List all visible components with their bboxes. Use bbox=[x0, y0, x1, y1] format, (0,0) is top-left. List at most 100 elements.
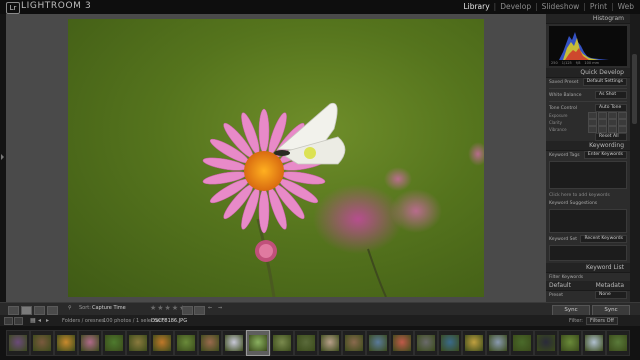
filmstrip-thumbnail[interactable] bbox=[318, 330, 342, 356]
filmstrip-thumbnail[interactable] bbox=[270, 330, 294, 356]
loupe-view-icon[interactable] bbox=[21, 306, 32, 315]
filmstrip-thumbnail[interactable] bbox=[222, 330, 246, 356]
main-photo[interactable] bbox=[68, 19, 484, 297]
left-panel-toggle-icon[interactable] bbox=[1, 154, 4, 160]
grid-view-icon[interactable] bbox=[8, 306, 19, 315]
reset-all-button[interactable]: Reset All bbox=[595, 133, 627, 141]
painter-icon[interactable]: ⚲ bbox=[68, 305, 72, 311]
filmstrip-thumbnail[interactable] bbox=[486, 330, 510, 356]
lightroom-logo-icon: Lr bbox=[6, 2, 20, 14]
filmstrip-thumbnail[interactable] bbox=[606, 330, 630, 356]
exposure-buttons[interactable] bbox=[588, 112, 627, 119]
metadata-header[interactable]: Default Metadata bbox=[546, 281, 630, 291]
vibrance-label: Vibrance bbox=[549, 127, 567, 132]
thumbnail-image bbox=[273, 335, 291, 351]
thumbnail-image bbox=[609, 335, 627, 351]
filmstrip-thumbnail[interactable] bbox=[78, 330, 102, 356]
filmstrip-thumbnail[interactable] bbox=[150, 330, 174, 356]
module-slideshow[interactable]: Slideshow bbox=[542, 2, 580, 11]
star-rating[interactable]: ★★★★★ bbox=[150, 304, 186, 312]
filter-label: Filter: bbox=[569, 318, 583, 324]
keyword-tags-label: Keyword Tags bbox=[549, 152, 580, 158]
thumbnail-image bbox=[369, 335, 387, 351]
filmstrip-thumbnail[interactable] bbox=[174, 330, 198, 356]
filmstrip-thumbnail[interactable] bbox=[54, 330, 78, 356]
loupe-view bbox=[6, 14, 546, 302]
thumbnail-image bbox=[249, 335, 267, 351]
filmstrip-thumbnail[interactable] bbox=[582, 330, 606, 356]
quick-develop-header[interactable]: Quick Develop bbox=[546, 68, 630, 78]
module-library[interactable]: Library bbox=[463, 2, 489, 11]
filmstrip-thumbnail[interactable] bbox=[30, 330, 54, 356]
filmstrip-thumbnail[interactable] bbox=[438, 330, 462, 356]
back-arrow-icon[interactable]: ◂ bbox=[38, 317, 41, 324]
module-separator: | bbox=[493, 2, 497, 11]
right-panel-scrollbar[interactable] bbox=[630, 14, 640, 302]
filmstrip-thumbnail[interactable] bbox=[414, 330, 438, 356]
rotate-right-icon[interactable] bbox=[194, 306, 205, 315]
auto-tone-button[interactable]: Auto Tone bbox=[595, 104, 627, 112]
metadata-preset-mode[interactable]: Default bbox=[549, 281, 571, 290]
histogram-header[interactable]: Histogram bbox=[546, 14, 630, 24]
previous-photo-icon[interactable]: ⇐ bbox=[208, 305, 212, 311]
saved-preset-dropdown[interactable]: Default Settings bbox=[582, 78, 627, 86]
filter-dropdown[interactable]: Filters Off bbox=[586, 317, 618, 325]
grid-small-icon[interactable]: ▦ bbox=[30, 317, 36, 324]
thumbnail-image bbox=[105, 335, 123, 351]
metadata-preset-label: Preset bbox=[549, 292, 564, 298]
metadata-preset-dropdown[interactable]: None bbox=[595, 291, 627, 299]
keywording-header[interactable]: Keywording bbox=[546, 141, 630, 151]
keyword-suggestions-grid[interactable] bbox=[549, 209, 627, 233]
sort-label: Sort: bbox=[79, 305, 91, 311]
thumbnail-image bbox=[33, 335, 51, 351]
filmstrip-thumbnail[interactable] bbox=[390, 330, 414, 356]
filmstrip-thumbnail[interactable] bbox=[558, 330, 582, 356]
forward-arrow-icon[interactable]: ▸ bbox=[46, 317, 49, 324]
right-panel: Histogram 250 1/125 f/8 100 mm Quick Dev… bbox=[546, 14, 630, 302]
butterfly-on-aster-image bbox=[202, 102, 484, 297]
thumbnail-image bbox=[297, 335, 315, 351]
survey-view-icon[interactable] bbox=[47, 306, 58, 315]
compare-view-icon[interactable] bbox=[34, 306, 45, 315]
keyword-list-header[interactable]: Keyword List bbox=[546, 263, 630, 273]
filmstrip-thumbnail[interactable] bbox=[534, 330, 558, 356]
scrollbar-thumb[interactable] bbox=[632, 54, 637, 124]
thumbnail-image bbox=[537, 335, 555, 351]
filmstrip-thumbnail[interactable] bbox=[6, 330, 30, 356]
add-keywords-hint[interactable]: Click here to add keywords bbox=[549, 193, 610, 198]
filmstrip-thumbnail[interactable] bbox=[102, 330, 126, 356]
exif-iso: 250 bbox=[551, 61, 558, 65]
keyword-entry-box[interactable] bbox=[549, 161, 627, 189]
next-photo-icon[interactable]: ⇒ bbox=[218, 305, 222, 311]
filter-keywords-field[interactable]: Filter Keywords bbox=[549, 275, 583, 280]
filmstrip-thumbnail[interactable] bbox=[198, 330, 222, 356]
folder-path[interactable]: Folders / oresnes bbox=[62, 318, 104, 324]
vibrance-buttons[interactable] bbox=[588, 126, 627, 133]
white-balance-dropdown[interactable]: As Shot bbox=[595, 91, 627, 99]
filmstrip-thumbnail[interactable] bbox=[342, 330, 366, 356]
top-bar: Lr LIGHTROOM 3 Library | Develop | Slide… bbox=[0, 0, 640, 15]
keyword-tags-dropdown[interactable]: Enter Keywords bbox=[583, 151, 627, 159]
filmstrip-thumbnail[interactable] bbox=[126, 330, 150, 356]
module-print[interactable]: Print bbox=[590, 2, 607, 11]
secondary-window-icon-1[interactable] bbox=[4, 317, 13, 325]
filmstrip-thumbnail[interactable] bbox=[246, 330, 270, 356]
filmstrip-thumbnail[interactable] bbox=[462, 330, 486, 356]
divider bbox=[549, 88, 627, 89]
filmstrip-header: ▦ ◂ ▸ Folders / oresnes 100 photos / 1 s… bbox=[0, 315, 640, 326]
thumbnail-image bbox=[513, 335, 531, 351]
module-develop[interactable]: Develop bbox=[500, 2, 531, 11]
histogram-graph bbox=[559, 32, 609, 60]
filmstrip-thumbnail[interactable] bbox=[294, 330, 318, 356]
selected-filename[interactable]: DSCF8186.JPG bbox=[151, 318, 187, 324]
clarity-buttons[interactable] bbox=[588, 119, 627, 126]
thumbnail-image bbox=[561, 335, 579, 351]
module-web[interactable]: Web bbox=[618, 2, 634, 11]
sort-dropdown[interactable]: Capture Time bbox=[92, 305, 126, 311]
keyword-set-grid[interactable] bbox=[549, 245, 627, 261]
filmstrip-thumbnail[interactable] bbox=[510, 330, 534, 356]
filmstrip-thumbnail[interactable] bbox=[366, 330, 390, 356]
secondary-window-icon-2[interactable] bbox=[14, 317, 23, 325]
keyword-set-dropdown[interactable]: Recent Keywords bbox=[580, 235, 627, 243]
rotate-left-icon[interactable] bbox=[182, 306, 193, 315]
